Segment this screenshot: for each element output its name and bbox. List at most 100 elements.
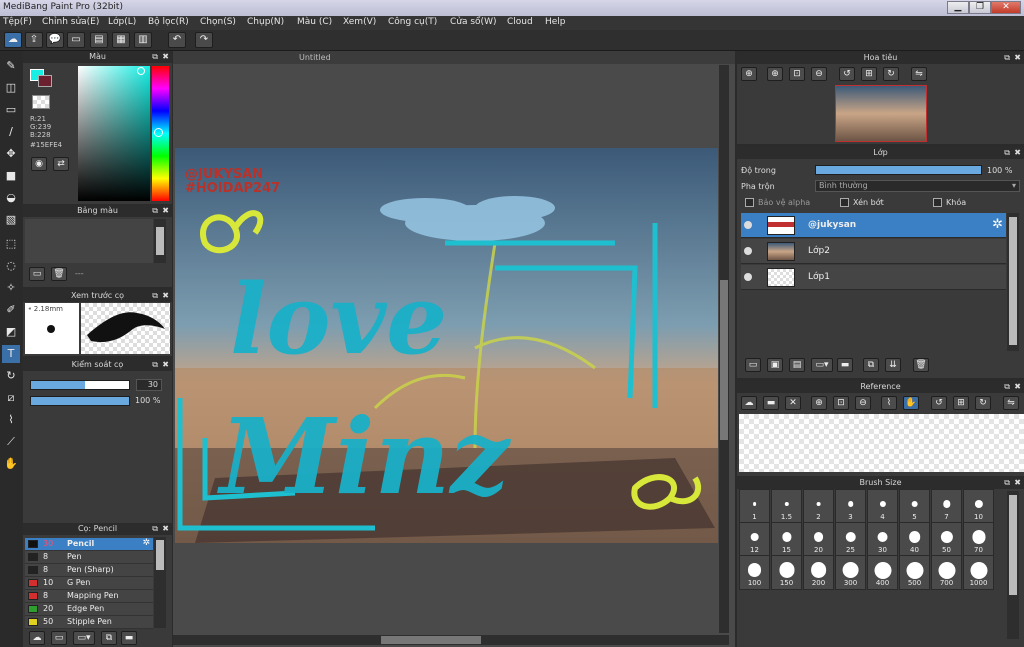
close-panel-icon[interactable]: ✖ [162, 51, 169, 63]
gear-icon[interactable]: ✲ [142, 538, 150, 548]
canvas-hscroll[interactable] [173, 635, 729, 645]
text-tool-icon[interactable]: T [2, 345, 20, 363]
brush-size-cell[interactable]: 150 [771, 555, 802, 590]
eye-icon[interactable] [744, 221, 752, 229]
close-panel-icon[interactable]: ✖ [162, 359, 169, 371]
copy-brush-icon[interactable]: ⧉ [101, 631, 117, 645]
float-icon[interactable]: ⧉ [152, 51, 158, 63]
eyedropper-icon[interactable]: ⌇ [2, 411, 20, 429]
brush-item[interactable]: 50 Stipple Pen [25, 616, 153, 629]
brush-size-cell[interactable]: 4 [867, 489, 898, 524]
delete-palette-icon[interactable]: 🗑 [51, 267, 67, 281]
minimize-button[interactable]: ▁ [947, 1, 969, 14]
secondary-color-swatch[interactable] [38, 75, 52, 87]
scroll-thumb[interactable] [156, 227, 164, 255]
scroll-thumb[interactable] [1009, 217, 1017, 345]
palette-area[interactable] [25, 219, 153, 263]
palette-scrollbar[interactable] [154, 219, 166, 263]
menu-cloud[interactable]: Cloud [507, 17, 533, 27]
ref-rotate-right-icon[interactable]: ↻ [975, 396, 991, 410]
menu-filter[interactable]: Bộ lọc(R) [148, 17, 189, 27]
brush-size-cell[interactable]: 1.5 [771, 489, 802, 524]
reference-canvas[interactable] [739, 414, 1024, 472]
menu-tools[interactable]: Công cụ(T) [388, 17, 437, 27]
grid-icon[interactable]: ▦ [112, 32, 130, 48]
palette-add-icon[interactable]: ◉ [31, 157, 47, 171]
menu-select[interactable]: Chọn(S) [200, 17, 236, 27]
brush-size-cell[interactable]: 300 [835, 555, 866, 590]
ref-hand-icon[interactable]: ✋ [903, 396, 919, 410]
menu-view[interactable]: Xem(V) [343, 17, 376, 27]
brush-item[interactable]: 8 Pen [25, 551, 153, 564]
ref-zoom-out-icon[interactable]: ⊖ [855, 396, 871, 410]
divide-tool-icon[interactable]: ⧄ [2, 389, 20, 407]
duplicate-layer-icon[interactable]: ⧉ [863, 358, 879, 372]
cloud-icon[interactable]: ☁ [4, 32, 22, 48]
line-tool-icon[interactable]: ∕ [2, 123, 20, 141]
ref-fit-icon[interactable]: ⊡ [833, 396, 849, 410]
delete-layer-icon[interactable]: 🗑 [913, 358, 929, 372]
brush-size-scrollbar[interactable] [1007, 491, 1019, 639]
new-layer-icon[interactable]: ▭ [745, 358, 761, 372]
scroll-thumb[interactable] [156, 540, 164, 570]
upload-icon[interactable]: ⇪ [25, 32, 43, 48]
menu-snap[interactable]: Chụp(N) [247, 17, 284, 27]
brush-size-cell[interactable]: 50 [931, 522, 962, 557]
brush-size-cell[interactable]: 400 [867, 555, 898, 590]
brush-size-cell[interactable]: 20 [803, 522, 834, 557]
layer-row[interactable]: Lớp1 [741, 265, 1006, 290]
brush-item[interactable]: 20 Edge Pen [25, 603, 153, 616]
palette-swap-icon[interactable]: ⇄ [53, 157, 69, 171]
float-icon[interactable]: ⧉ [152, 290, 158, 302]
blend-mode-select[interactable]: Bình thường ▾ [815, 180, 1020, 192]
brush-size-cell[interactable]: 500 [899, 555, 930, 590]
ref-zoom-in-icon[interactable]: ⊕ [811, 396, 827, 410]
brush-item[interactable]: 30 Pencil ✲ [25, 538, 153, 551]
brush-tool-icon[interactable]: ✎ [2, 57, 20, 75]
add-brush-menu-icon[interactable]: ▭▾ [73, 631, 95, 645]
opacity-slider[interactable] [30, 396, 130, 406]
menu-layer[interactable]: Lớp(L) [108, 17, 136, 27]
brush-size-cell[interactable]: 2 [803, 489, 834, 524]
menu-edit[interactable]: Chỉnh sửa(E) [42, 17, 99, 27]
zoom-out-icon[interactable]: ⊖ [811, 67, 827, 81]
menu-help[interactable]: Help [545, 17, 566, 27]
flip-icon[interactable]: ⇋ [911, 67, 927, 81]
gradient-tool-icon[interactable]: ▧ [2, 211, 20, 229]
layer-folder-icon[interactable]: ▬ [837, 358, 853, 372]
brush-size-cell[interactable]: 1000 [963, 555, 994, 590]
clipping-checkbox[interactable] [840, 198, 849, 207]
close-panel-icon[interactable]: ✖ [1014, 477, 1021, 489]
new-halftone-layer-icon[interactable]: ▣ [767, 358, 783, 372]
saturation-value-picker[interactable] [78, 66, 150, 201]
add-layer-menu-icon[interactable]: ▭▾ [811, 358, 833, 372]
close-panel-icon[interactable]: ✖ [162, 205, 169, 217]
ref-dropper-icon[interactable]: ⌇ [881, 396, 897, 410]
close-panel-icon[interactable]: ✖ [162, 523, 169, 535]
brush-item[interactable]: 8 Mapping Pen [25, 590, 153, 603]
menu-color[interactable]: Màu (C) [297, 17, 332, 27]
eraser-tool-icon[interactable]: ◫ [2, 79, 20, 97]
protect-alpha-checkbox[interactable] [745, 198, 754, 207]
eye-icon[interactable] [744, 273, 752, 281]
float-icon[interactable]: ⧉ [1004, 147, 1010, 159]
brush-size-cell[interactable]: 70 [963, 522, 994, 557]
brush-size-cell[interactable]: 10 [963, 489, 994, 524]
ref-close-icon[interactable]: ✕ [785, 396, 801, 410]
float-icon[interactable]: ⧉ [152, 523, 158, 535]
layer-row[interactable]: @jukysan ✲ [741, 213, 1006, 238]
message-icon[interactable]: ▭ [67, 32, 85, 48]
rotate-right-icon[interactable]: ↻ [883, 67, 899, 81]
float-icon[interactable]: ⧉ [1004, 381, 1010, 393]
close-panel-icon[interactable]: ✖ [1014, 52, 1021, 64]
canvas-image[interactable]: @JUKYSAN #HOIDAP247 love Minz [175, 148, 718, 543]
close-panel-icon[interactable]: ✖ [162, 290, 169, 302]
eye-icon[interactable] [744, 247, 752, 255]
float-icon[interactable]: ⧉ [1004, 477, 1010, 489]
brush-item[interactable]: 8 Pen (Sharp) [25, 564, 153, 577]
operation-tool-icon[interactable]: ↻ [2, 367, 20, 385]
brush-size-cell[interactable]: 1 [739, 489, 770, 524]
ref-fit-window-icon[interactable]: ⊞ [953, 396, 969, 410]
lasso-tool-icon[interactable]: ◌ [2, 257, 20, 275]
layer-row[interactable]: Lớp2 [741, 239, 1006, 264]
